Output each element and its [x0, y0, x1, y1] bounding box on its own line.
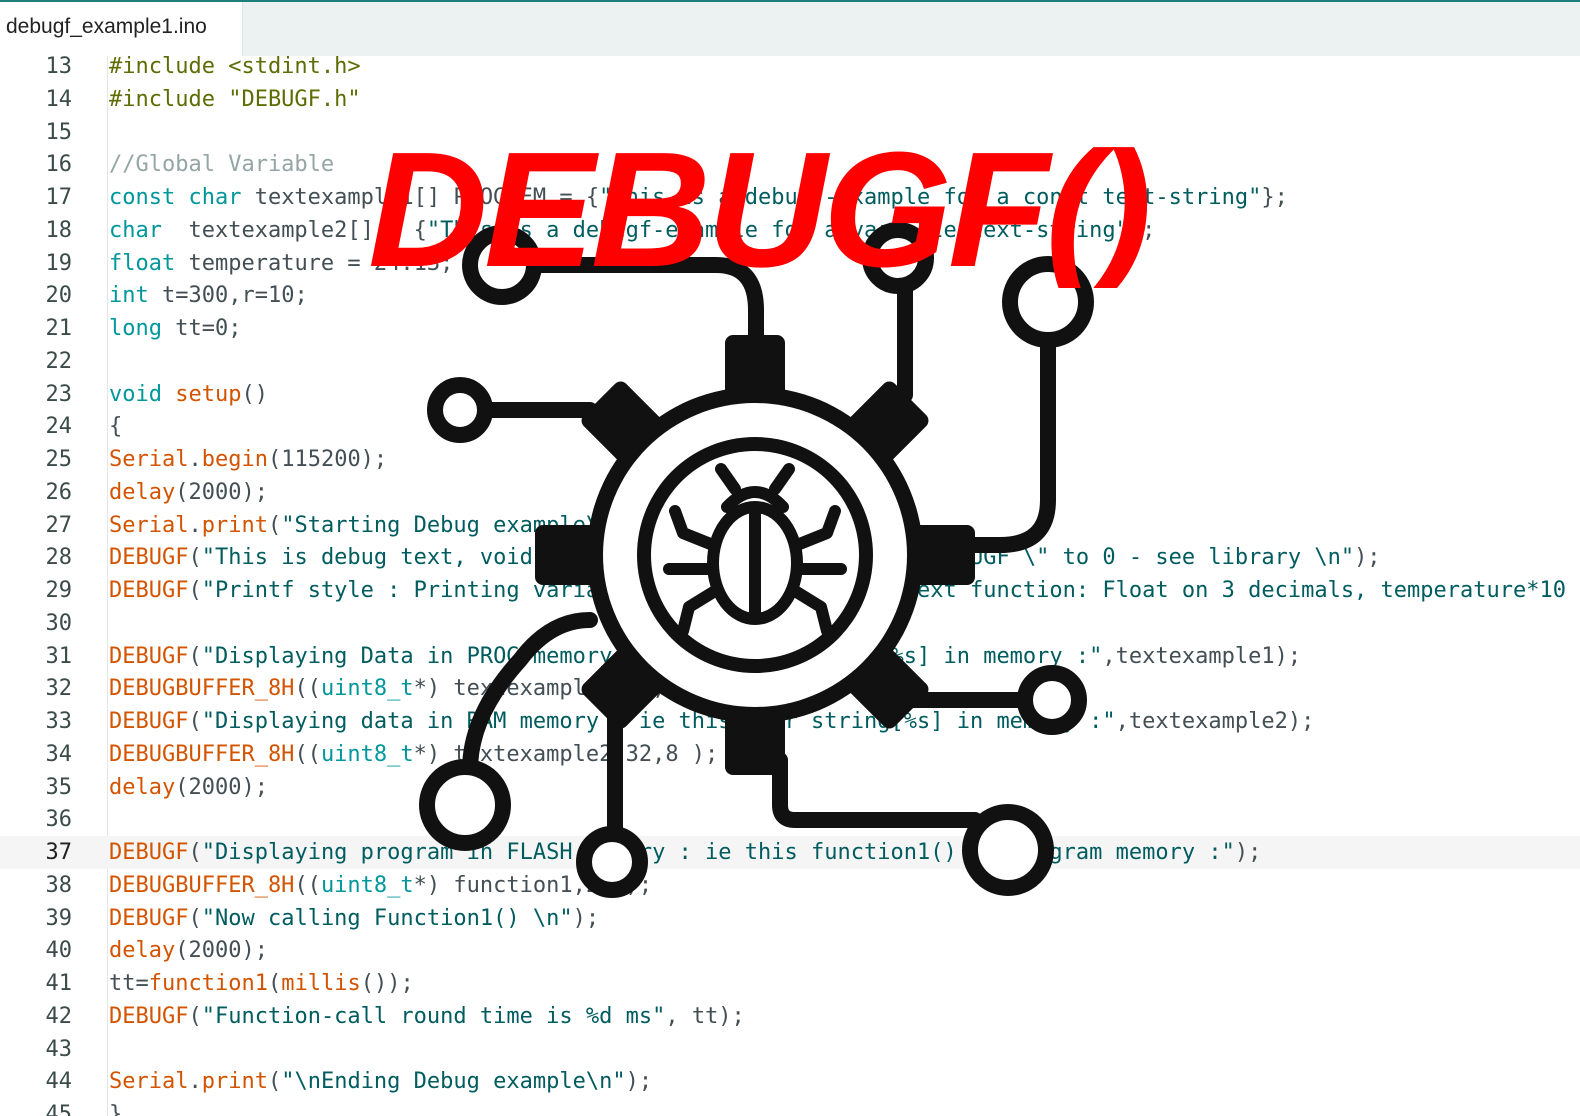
title-overlay: DEBUGF(): [368, 118, 1152, 288]
gear-icon: [535, 335, 975, 775]
debugf-title: DEBUGF(): [368, 118, 1148, 288]
